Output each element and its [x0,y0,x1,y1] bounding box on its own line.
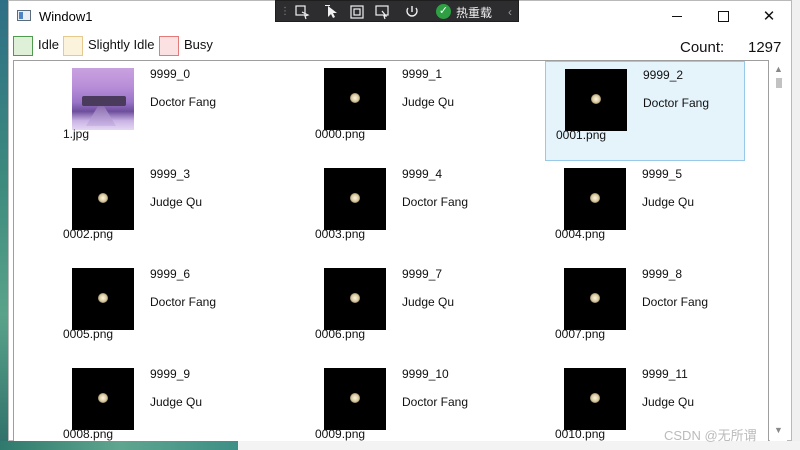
pointer-icon[interactable] [324,4,340,20]
item-filename: 0001.png [556,128,607,142]
vertical-scrollbar[interactable]: ▲ ▼ [770,61,787,441]
count-label: Count: [680,39,725,56]
legend-label-busy: Busy [184,37,213,52]
desktop-background-left [0,0,8,450]
legend-swatch-slightly-idle [63,36,83,56]
item-name: Doctor Fang [402,195,469,209]
list-item[interactable]: 9999_2 Doctor Fang 0001.png [545,61,745,161]
list-item[interactable]: 9999_8 Doctor Fang 0007.png [545,261,745,361]
hot-reload-label[interactable]: 热重载 [456,4,492,21]
xaml-debug-toolbar: ⋮ ✓ 热重载 ‹ [275,0,519,22]
list-item[interactable]: 9999_6 Doctor Fang 0005.png [53,261,253,361]
legend-swatch-busy [159,36,179,56]
thumbnail-image [324,268,386,330]
thumbnail-image [564,168,626,230]
list-item[interactable]: 9999_3 Judge Qu 0002.png [53,161,253,261]
item-name: Judge Qu [642,395,695,409]
list-item[interactable]: 9999_7 Judge Qu 0006.png [305,261,505,361]
list-item[interactable]: 9999_9 Judge Qu 0008.png [53,361,253,441]
item-id: 9999_4 [402,167,443,181]
item-filename: 1.jpg [63,127,90,141]
legend-label-idle: Idle [38,37,59,52]
item-name: Doctor Fang [642,295,709,309]
item-filename: 0005.png [63,327,114,341]
item-filename: 0009.png [315,427,366,441]
item-id: 9999_3 [150,167,191,181]
close-icon: ✕ [762,8,776,25]
watermark: CSDN @无所谓 [664,428,757,443]
thumbnail-image [565,69,627,131]
item-name: Judge Qu [402,95,455,109]
item-id: 9999_7 [402,267,443,281]
thumbnail-image [324,368,386,430]
thumbnail-image [564,368,626,430]
item-filename: 0010.png [555,427,606,441]
item-name: Doctor Fang [402,395,469,409]
frame-icon[interactable] [349,4,365,20]
item-id: 9999_5 [642,167,683,181]
thumbnail-image [72,68,134,130]
item-filename: 0000.png [315,127,366,141]
close-button[interactable]: ✕ [746,1,792,31]
layout-icon[interactable] [374,4,390,20]
thumbnail-image [72,268,134,330]
list-item[interactable]: 9999_1 Judge Qu 0000.png [305,61,505,161]
item-name: Doctor Fang [150,295,217,309]
item-name: Doctor Fang [643,96,710,110]
scroll-down-arrow-icon[interactable]: ▼ [773,425,784,435]
item-id: 9999_11 [642,367,688,381]
thumbnail-image [324,168,386,230]
thumbnail-image [72,368,134,430]
list-item[interactable]: 9999_10 Doctor Fang 0009.png [305,361,505,441]
item-filename: 0006.png [315,327,366,341]
item-filename: 0004.png [555,227,606,241]
minimize-icon [672,15,682,17]
item-name: Judge Qu [150,395,203,409]
toolbar-grip-icon[interactable]: ⋮ [280,4,290,20]
item-id: 9999_10 [402,367,449,381]
item-id: 9999_0 [150,67,191,81]
list-item[interactable]: 9999_4 Doctor Fang 0003.png [305,161,505,261]
item-filename: 0002.png [63,227,114,241]
thumbnail-image [324,68,386,130]
item-name: Judge Qu [402,295,455,309]
image-list[interactable]: 9999_0 Doctor Fang 1.jpg 9999_1 Judge Qu 0000… [13,60,769,441]
hot-reload-check-icon[interactable]: ✓ [436,4,451,19]
list-item[interactable]: 9999_0 Doctor Fang 1.jpg [53,61,253,161]
maximize-icon [717,10,729,22]
item-name: Judge Qu [150,195,203,209]
item-id: 9999_2 [643,68,684,82]
scroll-up-arrow-icon[interactable]: ▲ [773,64,784,74]
item-name: Judge Qu [642,195,695,209]
count-value: 1297 [748,39,782,56]
item-id: 9999_8 [642,267,683,281]
legend-swatch-idle [13,36,33,56]
minimize-button[interactable] [654,1,700,31]
item-filename: 0003.png [315,227,366,241]
list-item[interactable]: 9999_5 Judge Qu 0004.png [545,161,745,261]
scroll-thumb[interactable] [776,78,782,88]
app-window: Window1 ✕ Idle Slightly Idle Busy Count:… [8,0,792,441]
item-name: Doctor Fang [150,95,217,109]
item-filename: 0008.png [63,427,114,441]
desktop-background-right [792,0,800,450]
refresh-icon[interactable] [404,4,420,20]
item-id: 9999_1 [402,67,443,81]
maximize-button[interactable] [700,1,746,31]
item-id: 9999_6 [150,267,191,281]
thumbnail-image [564,268,626,330]
thumbnail-image [72,168,134,230]
item-id: 9999_9 [150,367,191,381]
app-window-icon [17,10,31,21]
select-element-icon[interactable] [294,4,310,20]
window-title: Window1 [39,9,93,24]
toolbar-collapse-icon[interactable]: ‹ [502,4,518,20]
legend-label-slightly-idle: Slightly Idle [88,37,155,52]
desktop-wallpaper-strip [0,441,238,450]
item-filename: 0007.png [555,327,606,341]
